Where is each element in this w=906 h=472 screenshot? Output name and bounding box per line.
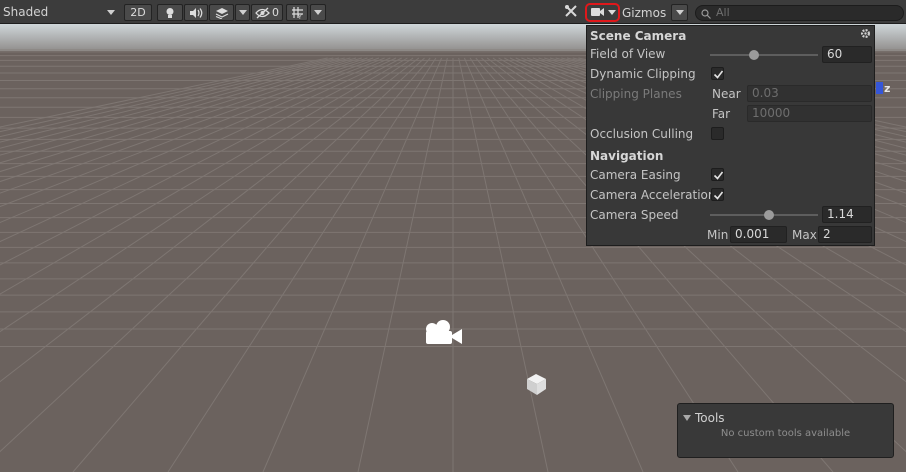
field-of-view-label: Field of View: [590, 47, 666, 61]
grid-dropdown-button[interactable]: [310, 4, 326, 21]
tools-overlay-header[interactable]: Tools: [683, 411, 725, 425]
z-axis-handle[interactable]: [876, 82, 883, 94]
gizmos-label: Gizmos: [622, 5, 667, 20]
unity-scene-view: Shaded 2D 0 Y Gizmos All z Scene Camera …: [0, 0, 906, 472]
camera-speed-input[interactable]: 1.14: [822, 206, 872, 223]
lightbulb-icon: [164, 7, 176, 19]
cube-icon: [527, 374, 546, 395]
scene-camera-overlay: Scene Camera Field of View 60 Dynamic Cl…: [586, 25, 875, 246]
search-icon: [701, 8, 712, 22]
gizmos-dropdown-button[interactable]: [671, 4, 688, 21]
far-label: Far: [712, 107, 731, 121]
dynamic-clipping-checkbox[interactable]: [711, 67, 724, 80]
search-placeholder: All: [716, 6, 730, 19]
min-speed-input[interactable]: 0.001: [730, 226, 787, 243]
tools-overlay: Tools No custom tools available: [677, 403, 894, 458]
occlusion-culling-label: Occlusion Culling: [590, 127, 694, 141]
occlusion-culling-checkbox[interactable]: [711, 127, 724, 140]
search-field[interactable]: All: [695, 5, 904, 21]
camera-speed-label: Camera Speed: [590, 208, 679, 222]
orientation-gizmo[interactable]: z: [876, 80, 894, 100]
camera-acceleration-checkbox[interactable]: [711, 188, 724, 201]
camera-easing-checkbox[interactable]: [711, 168, 724, 181]
camera-easing-label: Camera Easing: [590, 168, 681, 182]
camera-acceleration-label: Camera Acceleration: [590, 188, 716, 202]
effects-dropdown-button[interactable]: [235, 4, 250, 21]
camera-gizmo[interactable]: [423, 316, 465, 351]
grid-toggle-button[interactable]: Y: [286, 4, 308, 21]
layers-icon: [215, 7, 229, 19]
checkmark-icon: [713, 70, 724, 79]
slider-track: [710, 54, 818, 56]
near-label: Near: [712, 87, 741, 101]
tools-overlay-title: Tools: [695, 411, 725, 425]
checkmark-icon: [713, 171, 724, 180]
overlay-title: Scene Camera: [590, 29, 687, 43]
max-speed-input[interactable]: 2: [818, 226, 872, 243]
tools-icon: [564, 4, 578, 21]
clipping-planes-label: Clipping Planes: [590, 87, 682, 101]
gizmos-button[interactable]: Gizmos: [622, 4, 670, 21]
scene-toolbar: Shaded 2D 0 Y Gizmos All: [0, 0, 906, 24]
cube-object[interactable]: [524, 371, 550, 400]
audio-toggle-button[interactable]: [184, 4, 208, 21]
chevron-down-icon: [675, 10, 684, 15]
camera-speed-slider[interactable]: [710, 209, 818, 221]
2d-toggle-label: 2D: [130, 6, 146, 19]
navigation-header: Navigation: [590, 149, 664, 163]
shading-mode-dropdown[interactable]: Shaded: [0, 4, 119, 21]
grid-icon: Y: [291, 6, 304, 19]
chevron-down-icon: [238, 10, 247, 15]
lighting-toggle-button[interactable]: [157, 4, 183, 21]
svg-text:Y: Y: [297, 14, 302, 19]
z-axis-label: z: [884, 82, 891, 95]
field-of-view-slider[interactable]: [710, 49, 818, 61]
shading-mode-label: Shaded: [3, 5, 49, 19]
chevron-down-icon: [608, 10, 616, 15]
effects-toggle-button[interactable]: [209, 4, 234, 21]
slider-knob[interactable]: [763, 210, 774, 220]
far-clip-input[interactable]: 10000: [747, 105, 872, 122]
speaker-icon: [189, 7, 203, 19]
chevron-down-icon: [683, 415, 691, 421]
near-clip-input[interactable]: 0.03: [747, 85, 872, 102]
scene-camera-button[interactable]: [585, 3, 620, 22]
chevron-down-icon: [107, 10, 115, 15]
camera-icon: [591, 6, 605, 20]
checkmark-icon: [713, 191, 724, 200]
hidden-eye-icon: [255, 7, 271, 19]
hidden-objects-toggle-button[interactable]: 0: [251, 4, 283, 21]
camera-icon: [426, 320, 462, 344]
dynamic-clipping-label: Dynamic Clipping: [590, 67, 696, 81]
scene-tools-button[interactable]: [561, 4, 581, 21]
chevron-down-icon: [314, 10, 322, 15]
max-speed-label: Max: [792, 228, 817, 242]
field-of-view-input[interactable]: 60: [822, 46, 872, 63]
min-speed-label: Min: [707, 228, 729, 242]
tools-overlay-message: No custom tools available: [720, 428, 851, 439]
hidden-objects-count: 0: [272, 6, 279, 19]
slider-knob[interactable]: [749, 50, 760, 60]
2d-toggle-button[interactable]: 2D: [124, 4, 152, 21]
gear-icon[interactable]: [860, 28, 871, 42]
